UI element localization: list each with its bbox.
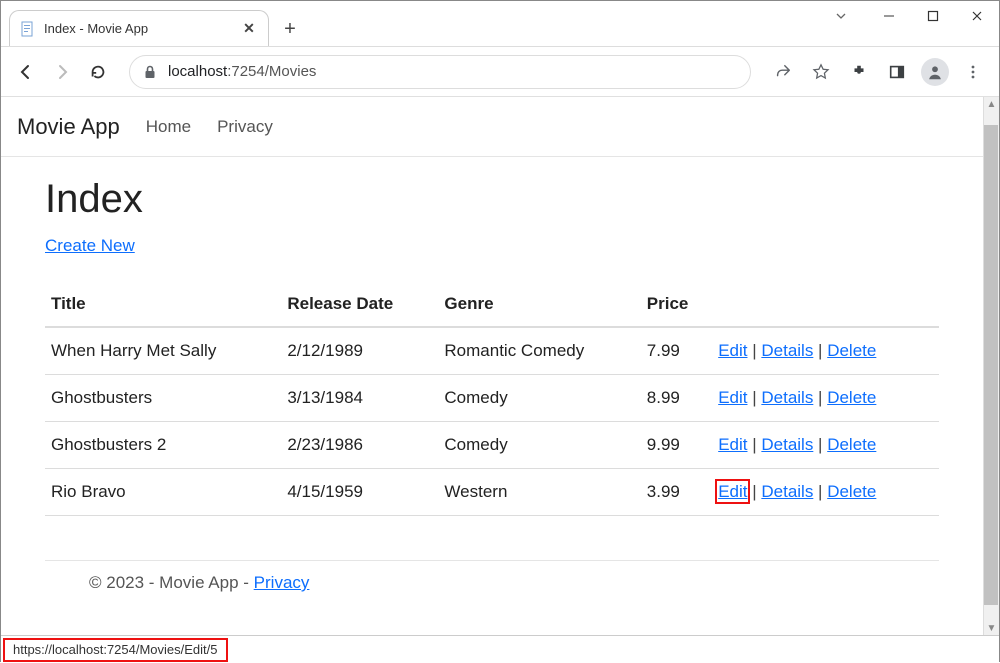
nav-privacy[interactable]: Privacy xyxy=(217,117,273,137)
address-text: localhost:7254/Movies xyxy=(168,63,316,80)
action-separator: | xyxy=(813,435,827,454)
details-link[interactable]: Details xyxy=(761,388,813,407)
chevron-down-icon[interactable] xyxy=(821,1,861,31)
cell-release_date: 4/15/1959 xyxy=(281,469,438,516)
cell-actions: Edit | Details | Delete xyxy=(712,375,939,422)
browser-titlebar: Index - Movie App ✕ + xyxy=(1,1,999,47)
th-release-date: Release Date xyxy=(281,286,438,327)
footer: © 2023 - Movie App - Privacy xyxy=(45,560,939,593)
delete-link[interactable]: Delete xyxy=(827,482,876,501)
details-link[interactable]: Details xyxy=(761,341,813,360)
tab-title: Index - Movie App xyxy=(44,21,240,36)
page-title: Index xyxy=(45,177,939,222)
status-bar: https://localhost:7254/Movies/Edit/5 xyxy=(1,635,999,663)
cell-release_date: 2/23/1986 xyxy=(281,422,438,469)
th-genre: Genre xyxy=(438,286,640,327)
action-separator: | xyxy=(813,388,827,407)
table-header-row: Title Release Date Genre Price xyxy=(45,286,939,327)
action-separator: | xyxy=(747,482,761,501)
cell-genre: Comedy xyxy=(438,375,640,422)
table-row: When Harry Met Sally2/12/1989Romantic Co… xyxy=(45,327,939,375)
status-url: https://localhost:7254/Movies/Edit/5 xyxy=(3,638,228,662)
minimize-icon[interactable] xyxy=(867,1,911,31)
edit-link[interactable]: Edit xyxy=(718,482,747,501)
cell-genre: Romantic Comedy xyxy=(438,327,640,375)
details-link[interactable]: Details xyxy=(761,482,813,501)
share-icon[interactable] xyxy=(767,56,799,88)
cell-actions: Edit | Details | Delete xyxy=(712,327,939,375)
extensions-icon[interactable] xyxy=(843,56,875,88)
address-host: localhost xyxy=(168,63,227,80)
content: Index Create New Title Release Date Genr… xyxy=(1,157,983,603)
menu-icon[interactable] xyxy=(957,56,989,88)
action-separator: | xyxy=(747,341,761,360)
profile-avatar[interactable] xyxy=(919,56,951,88)
cell-price: 7.99 xyxy=(641,327,712,375)
cell-genre: Western xyxy=(438,469,640,516)
back-button[interactable] xyxy=(11,57,41,87)
star-icon[interactable] xyxy=(805,56,837,88)
scrollbar-thumb[interactable] xyxy=(984,125,998,605)
edit-link[interactable]: Edit xyxy=(718,341,747,360)
browser-toolbar: localhost:7254/Movies xyxy=(1,47,999,97)
cell-release_date: 3/13/1984 xyxy=(281,375,438,422)
edit-link[interactable]: Edit xyxy=(718,435,747,454)
delete-link[interactable]: Delete xyxy=(827,435,876,454)
nav-home[interactable]: Home xyxy=(146,117,191,137)
table-row: Ghostbusters3/13/1984Comedy8.99Edit | De… xyxy=(45,375,939,422)
action-separator: | xyxy=(747,435,761,454)
movies-table: Title Release Date Genre Price When Harr… xyxy=(45,286,939,516)
side-panel-icon[interactable] xyxy=(881,56,913,88)
cell-actions: Edit | Details | Delete xyxy=(712,422,939,469)
create-new-link[interactable]: Create New xyxy=(45,236,135,255)
window-controls xyxy=(821,1,999,37)
th-price: Price xyxy=(641,286,712,327)
footer-text: © 2023 - Movie App - xyxy=(89,573,254,592)
footer-privacy-link[interactable]: Privacy xyxy=(254,573,310,592)
action-separator: | xyxy=(813,482,827,501)
cell-release_date: 2/12/1989 xyxy=(281,327,438,375)
lock-icon xyxy=(142,64,158,80)
cell-genre: Comedy xyxy=(438,422,640,469)
reload-button[interactable] xyxy=(83,57,113,87)
cell-price: 3.99 xyxy=(641,469,712,516)
forward-button[interactable] xyxy=(47,57,77,87)
close-icon[interactable] xyxy=(955,1,999,31)
vertical-scrollbar[interactable]: ▲ ▼ xyxy=(983,97,999,635)
cell-price: 9.99 xyxy=(641,422,712,469)
viewport: Movie App Home Privacy Index Create New … xyxy=(1,97,999,635)
table-row: Ghostbusters 22/23/1986Comedy9.99Edit | … xyxy=(45,422,939,469)
address-path: :7254/Movies xyxy=(227,63,316,80)
edit-link[interactable]: Edit xyxy=(718,388,747,407)
cell-title: Rio Bravo xyxy=(45,469,281,516)
new-tab-button[interactable]: + xyxy=(275,14,305,44)
maximize-icon[interactable] xyxy=(911,1,955,31)
brand-link[interactable]: Movie App xyxy=(17,114,120,140)
action-separator: | xyxy=(747,388,761,407)
delete-link[interactable]: Delete xyxy=(827,341,876,360)
app-navbar: Movie App Home Privacy xyxy=(1,97,983,157)
details-link[interactable]: Details xyxy=(761,435,813,454)
cell-title: Ghostbusters xyxy=(45,375,281,422)
tab-favicon-icon xyxy=(20,21,36,37)
delete-link[interactable]: Delete xyxy=(827,388,876,407)
toolbar-right xyxy=(767,56,989,88)
cell-price: 8.99 xyxy=(641,375,712,422)
scroll-up-icon[interactable]: ▲ xyxy=(984,97,999,111)
cell-actions: Edit | Details | Delete xyxy=(712,469,939,516)
tab-close-icon[interactable]: ✕ xyxy=(240,20,258,38)
cell-title: Ghostbusters 2 xyxy=(45,422,281,469)
th-actions xyxy=(712,286,939,327)
action-separator: | xyxy=(813,341,827,360)
cell-title: When Harry Met Sally xyxy=(45,327,281,375)
browser-tab[interactable]: Index - Movie App ✕ xyxy=(9,10,269,46)
page: Movie App Home Privacy Index Create New … xyxy=(1,97,983,635)
address-bar[interactable]: localhost:7254/Movies xyxy=(129,55,751,89)
scroll-down-icon[interactable]: ▼ xyxy=(984,621,999,635)
table-row: Rio Bravo4/15/1959Western3.99Edit | Deta… xyxy=(45,469,939,516)
th-title: Title xyxy=(45,286,281,327)
